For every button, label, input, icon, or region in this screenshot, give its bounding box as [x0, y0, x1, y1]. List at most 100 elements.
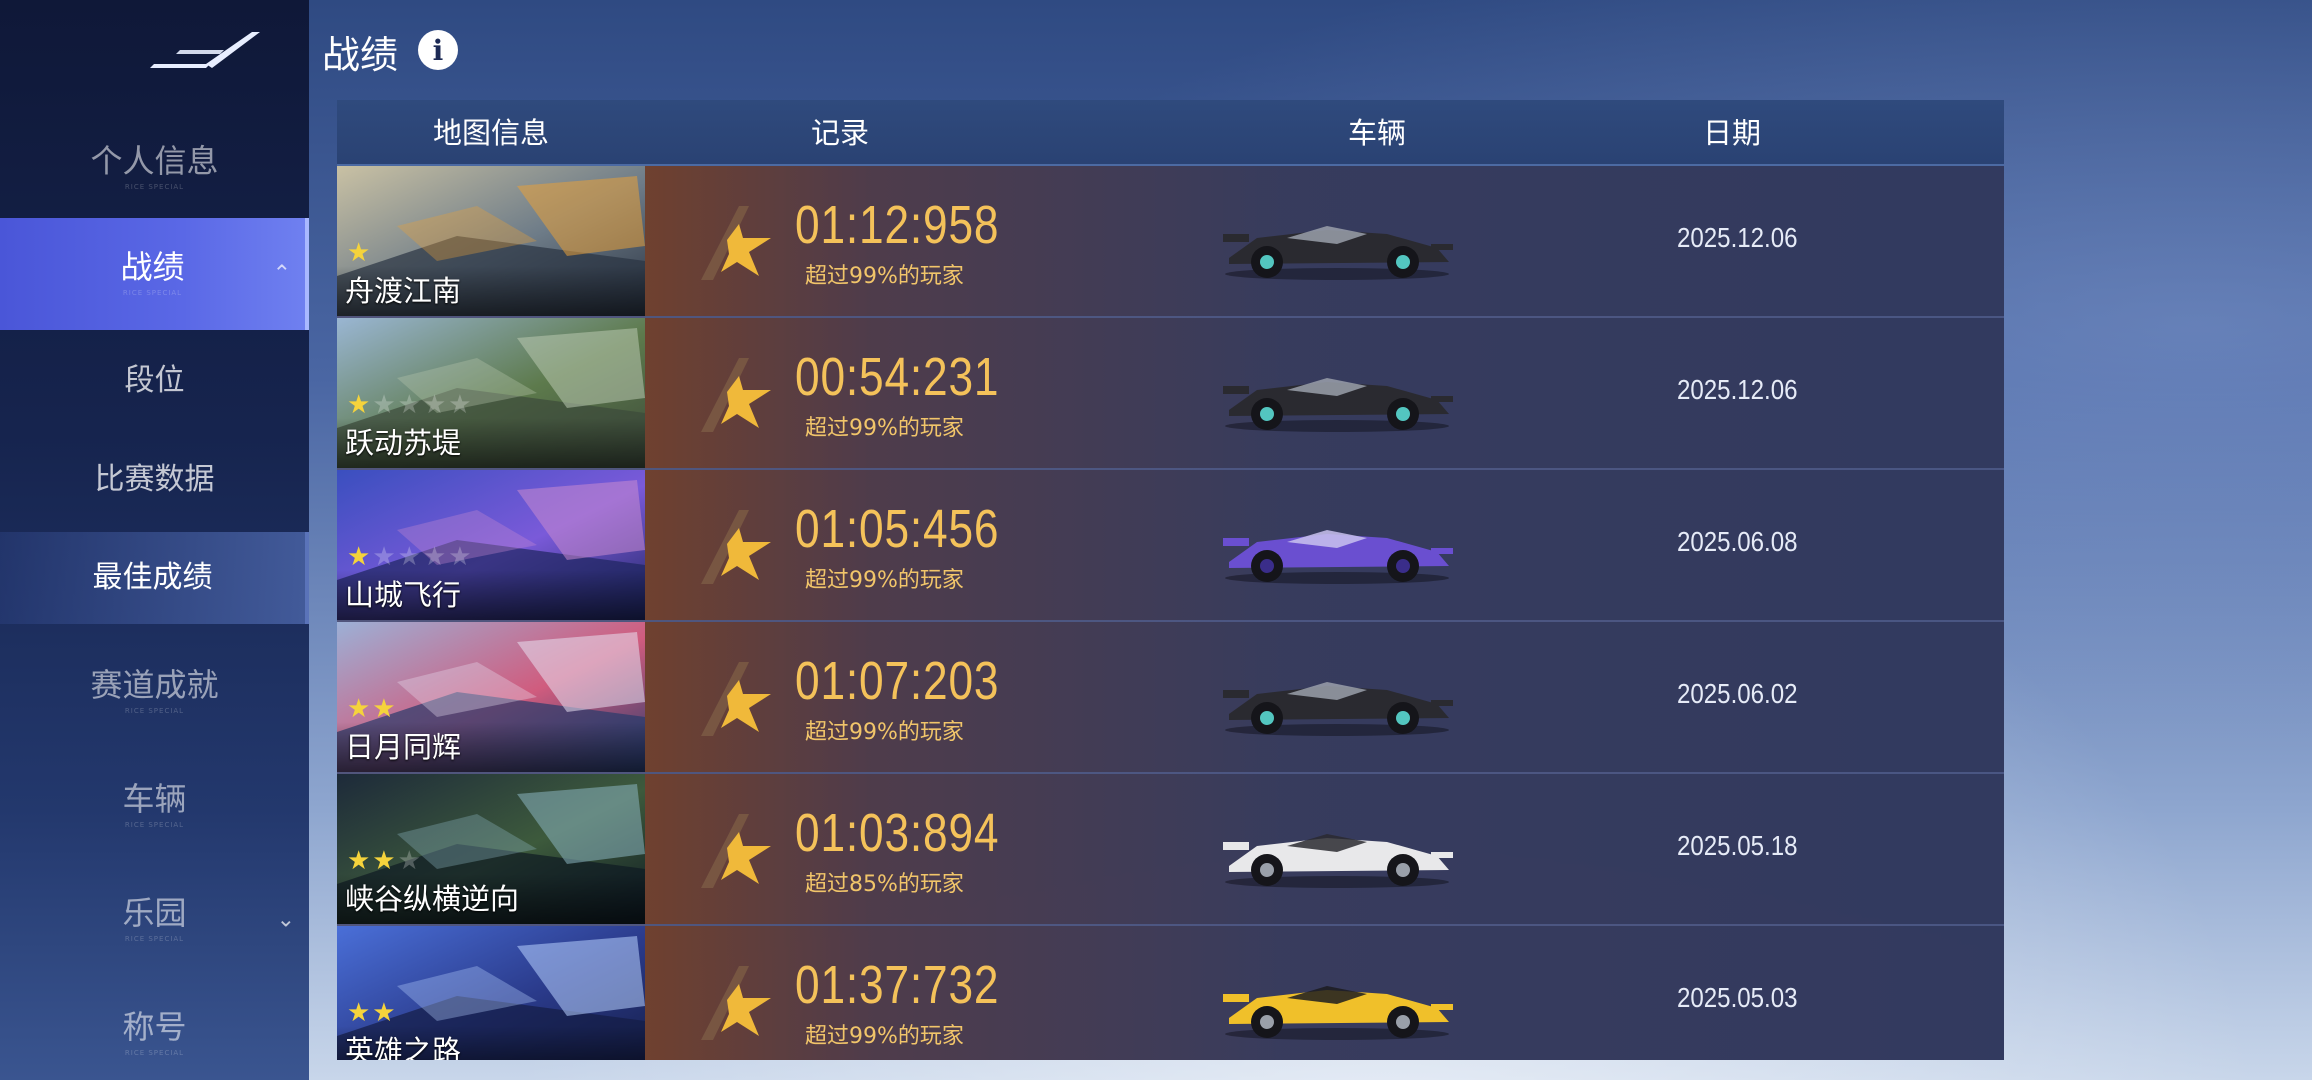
sidebar-item-label: 车辆	[122, 780, 187, 818]
map-name: 英雄之路	[345, 1034, 462, 1060]
record-percentile: 超过99%的玩家	[805, 720, 964, 745]
column-header-record: 记录	[810, 116, 869, 150]
record-cell: 01:03:894 超过85%的玩家	[645, 774, 1285, 924]
lightning-star-icon	[701, 966, 771, 1040]
stars-earned: ★	[347, 390, 373, 420]
record-cell: 01:12:958 超过99%的玩家	[645, 166, 1285, 316]
column-header-vehicle: 车辆	[1347, 116, 1406, 150]
stars-earned: ★★	[347, 998, 398, 1028]
record-cell: 01:37:732 超过99%的玩家	[645, 926, 1285, 1060]
sidebar-item-park[interactable]: 乐园 RICE SPECIAL ⌄	[0, 880, 309, 960]
record-time: 01:07:203	[795, 651, 1000, 711]
sidebar-item-label: 乐园	[122, 894, 187, 932]
lightning-star-icon	[701, 206, 771, 280]
map-name: 跃动苏堤	[345, 426, 462, 460]
sidebar-item-titles[interactable]: 称号 RICE SPECIAL	[0, 994, 309, 1074]
record-time: 01:03:894	[795, 803, 1000, 863]
sidebar-item-records[interactable]: 战绩 RICE SPECIAL ⌃	[0, 218, 309, 330]
record-cell: 01:07:203 超过99%的玩家	[645, 622, 1285, 772]
chevron-up-icon[interactable]: ⌃	[273, 262, 291, 287]
stars-unearned: ★	[397, 846, 423, 876]
sidebar-item-label: 赛道成就	[90, 666, 219, 704]
map-thumbnail: ★★ 英雄之路	[337, 926, 645, 1060]
sidebar-item-label: 个人信息	[90, 142, 219, 180]
map-thumbnail: ★★★★★ 山城飞行	[337, 470, 645, 620]
sidebar-item-track-achievements[interactable]: 赛道成就 RICE SPECIAL	[0, 652, 309, 732]
sidebar-item-sublabel: RICE SPECIAL	[124, 707, 185, 715]
record-time: 01:12:958	[795, 195, 1000, 255]
sidebar-item-vehicles[interactable]: 车辆 RICE SPECIAL	[0, 766, 309, 846]
lightning-star-icon	[701, 358, 771, 432]
map-thumbnail: ★ 舟渡江南	[337, 166, 645, 316]
map-name: 舟渡江南	[345, 274, 462, 308]
table-header: 地图信息 记录 车辆 日期	[337, 100, 2004, 166]
map-thumbnail: ★★★ 峡谷纵横逆向	[337, 774, 645, 924]
purple-hypercar-icon	[1223, 530, 1453, 584]
table-row[interactable]: ★ 舟渡江南 01:12:958 超过99%的玩家 2025.12.06	[337, 166, 2004, 318]
logo-icon	[150, 32, 260, 68]
sidebar-item-sublabel: RICE SPECIAL	[124, 1049, 185, 1057]
lightning-star-icon	[701, 510, 771, 584]
table-row[interactable]: ★★ 英雄之路 01:37:732 超过99%的玩家 2025.05.03	[337, 926, 2004, 1060]
sidebar: 个人信息 RICE SPECIAL 战绩 RICE SPECIAL ⌃ 段位 比…	[0, 0, 309, 1080]
sidebar-item-profile[interactable]: 个人信息 RICE SPECIAL	[0, 128, 309, 208]
record-date: 2025.12.06	[1677, 222, 1798, 253]
record-time: 01:05:456	[795, 499, 1000, 559]
map-name: 山城飞行	[345, 578, 462, 612]
star-rating: ★★★★★	[347, 390, 474, 420]
star-rating: ★★	[347, 998, 398, 1028]
stars-earned: ★★	[347, 694, 398, 724]
column-header-date: 日期	[1702, 116, 1761, 150]
sidebar-item-sublabel: RICE SPECIAL	[124, 821, 185, 829]
map-thumbnail: ★★★★★ 跃动苏堤	[337, 318, 645, 468]
stars-unearned: ★★★★	[372, 542, 474, 572]
sidebar-item-rank[interactable]: 段位	[0, 345, 309, 417]
column-header-map: 地图信息	[432, 116, 549, 150]
record-percentile: 超过99%的玩家	[805, 416, 964, 441]
sidebar-item-label: 最佳成绩	[92, 560, 213, 595]
star-rating: ★	[347, 238, 372, 268]
table-row[interactable]: ★★ 日月同辉 01:07:203 超过99%的玩家 2025.06.02	[337, 622, 2004, 774]
sidebar-item-best-results[interactable]: 最佳成绩	[0, 532, 309, 624]
page-title: 战绩	[322, 33, 399, 77]
record-date: 2025.05.03	[1677, 982, 1798, 1013]
star-rating: ★★	[347, 694, 398, 724]
sidebar-item-sublabel: RICE SPECIAL	[122, 289, 183, 297]
record-time: 00:54:231	[795, 347, 1000, 407]
stars-earned: ★	[347, 238, 373, 268]
record-date: 2025.12.06	[1677, 374, 1798, 405]
stars-unearned: ★★★★	[372, 390, 474, 420]
stars-earned: ★	[347, 542, 373, 572]
black-formula-car-icon	[1223, 378, 1453, 432]
record-time: 01:37:732	[795, 955, 1000, 1015]
info-icon[interactable]: i	[418, 30, 458, 70]
star-rating: ★★★	[347, 846, 423, 876]
lightning-star-icon	[701, 814, 771, 888]
white-supercar-icon	[1223, 834, 1453, 888]
sidebar-item-sublabel: RICE SPECIAL	[124, 935, 185, 943]
table-row[interactable]: ★★★ 峡谷纵横逆向 01:03:894 超过85%的玩家 2025.05.18	[337, 774, 2004, 926]
records-table: 地图信息 记录 车辆 日期 ★ 舟渡江南 01:12:958 超过99%的玩家 …	[337, 100, 2004, 1060]
table-row[interactable]: ★★★★★ 跃动苏堤 00:54:231 超过99%的玩家 2025.12.06	[337, 318, 2004, 470]
map-name: 日月同辉	[345, 730, 462, 764]
map-name: 峡谷纵横逆向	[345, 882, 520, 916]
yellow-buggy-icon	[1223, 986, 1453, 1040]
star-rating: ★★★★★	[347, 542, 474, 572]
record-date: 2025.06.08	[1677, 526, 1798, 557]
sidebar-item-label: 战绩	[120, 248, 185, 286]
record-cell: 00:54:231 超过99%的玩家	[645, 318, 1285, 468]
record-percentile: 超过99%的玩家	[805, 568, 964, 593]
map-thumbnail: ★★ 日月同辉	[337, 622, 645, 772]
record-percentile: 超过99%的玩家	[805, 1024, 964, 1049]
stars-earned: ★★	[347, 846, 398, 876]
record-cell: 01:05:456 超过99%的玩家	[645, 470, 1285, 620]
chevron-down-icon[interactable]: ⌄	[277, 908, 295, 933]
lightning-star-icon	[701, 662, 771, 736]
sidebar-item-label: 段位	[124, 363, 185, 398]
sidebar-item-match-data[interactable]: 比赛数据	[0, 444, 309, 516]
table-row[interactable]: ★★★★★ 山城飞行 01:05:456 超过99%的玩家 2025.06.08	[337, 470, 2004, 622]
record-percentile: 超过85%的玩家	[805, 872, 964, 897]
record-date: 2025.05.18	[1677, 830, 1798, 861]
sidebar-item-sublabel: RICE SPECIAL	[124, 183, 185, 191]
record-date: 2025.06.02	[1677, 678, 1798, 709]
